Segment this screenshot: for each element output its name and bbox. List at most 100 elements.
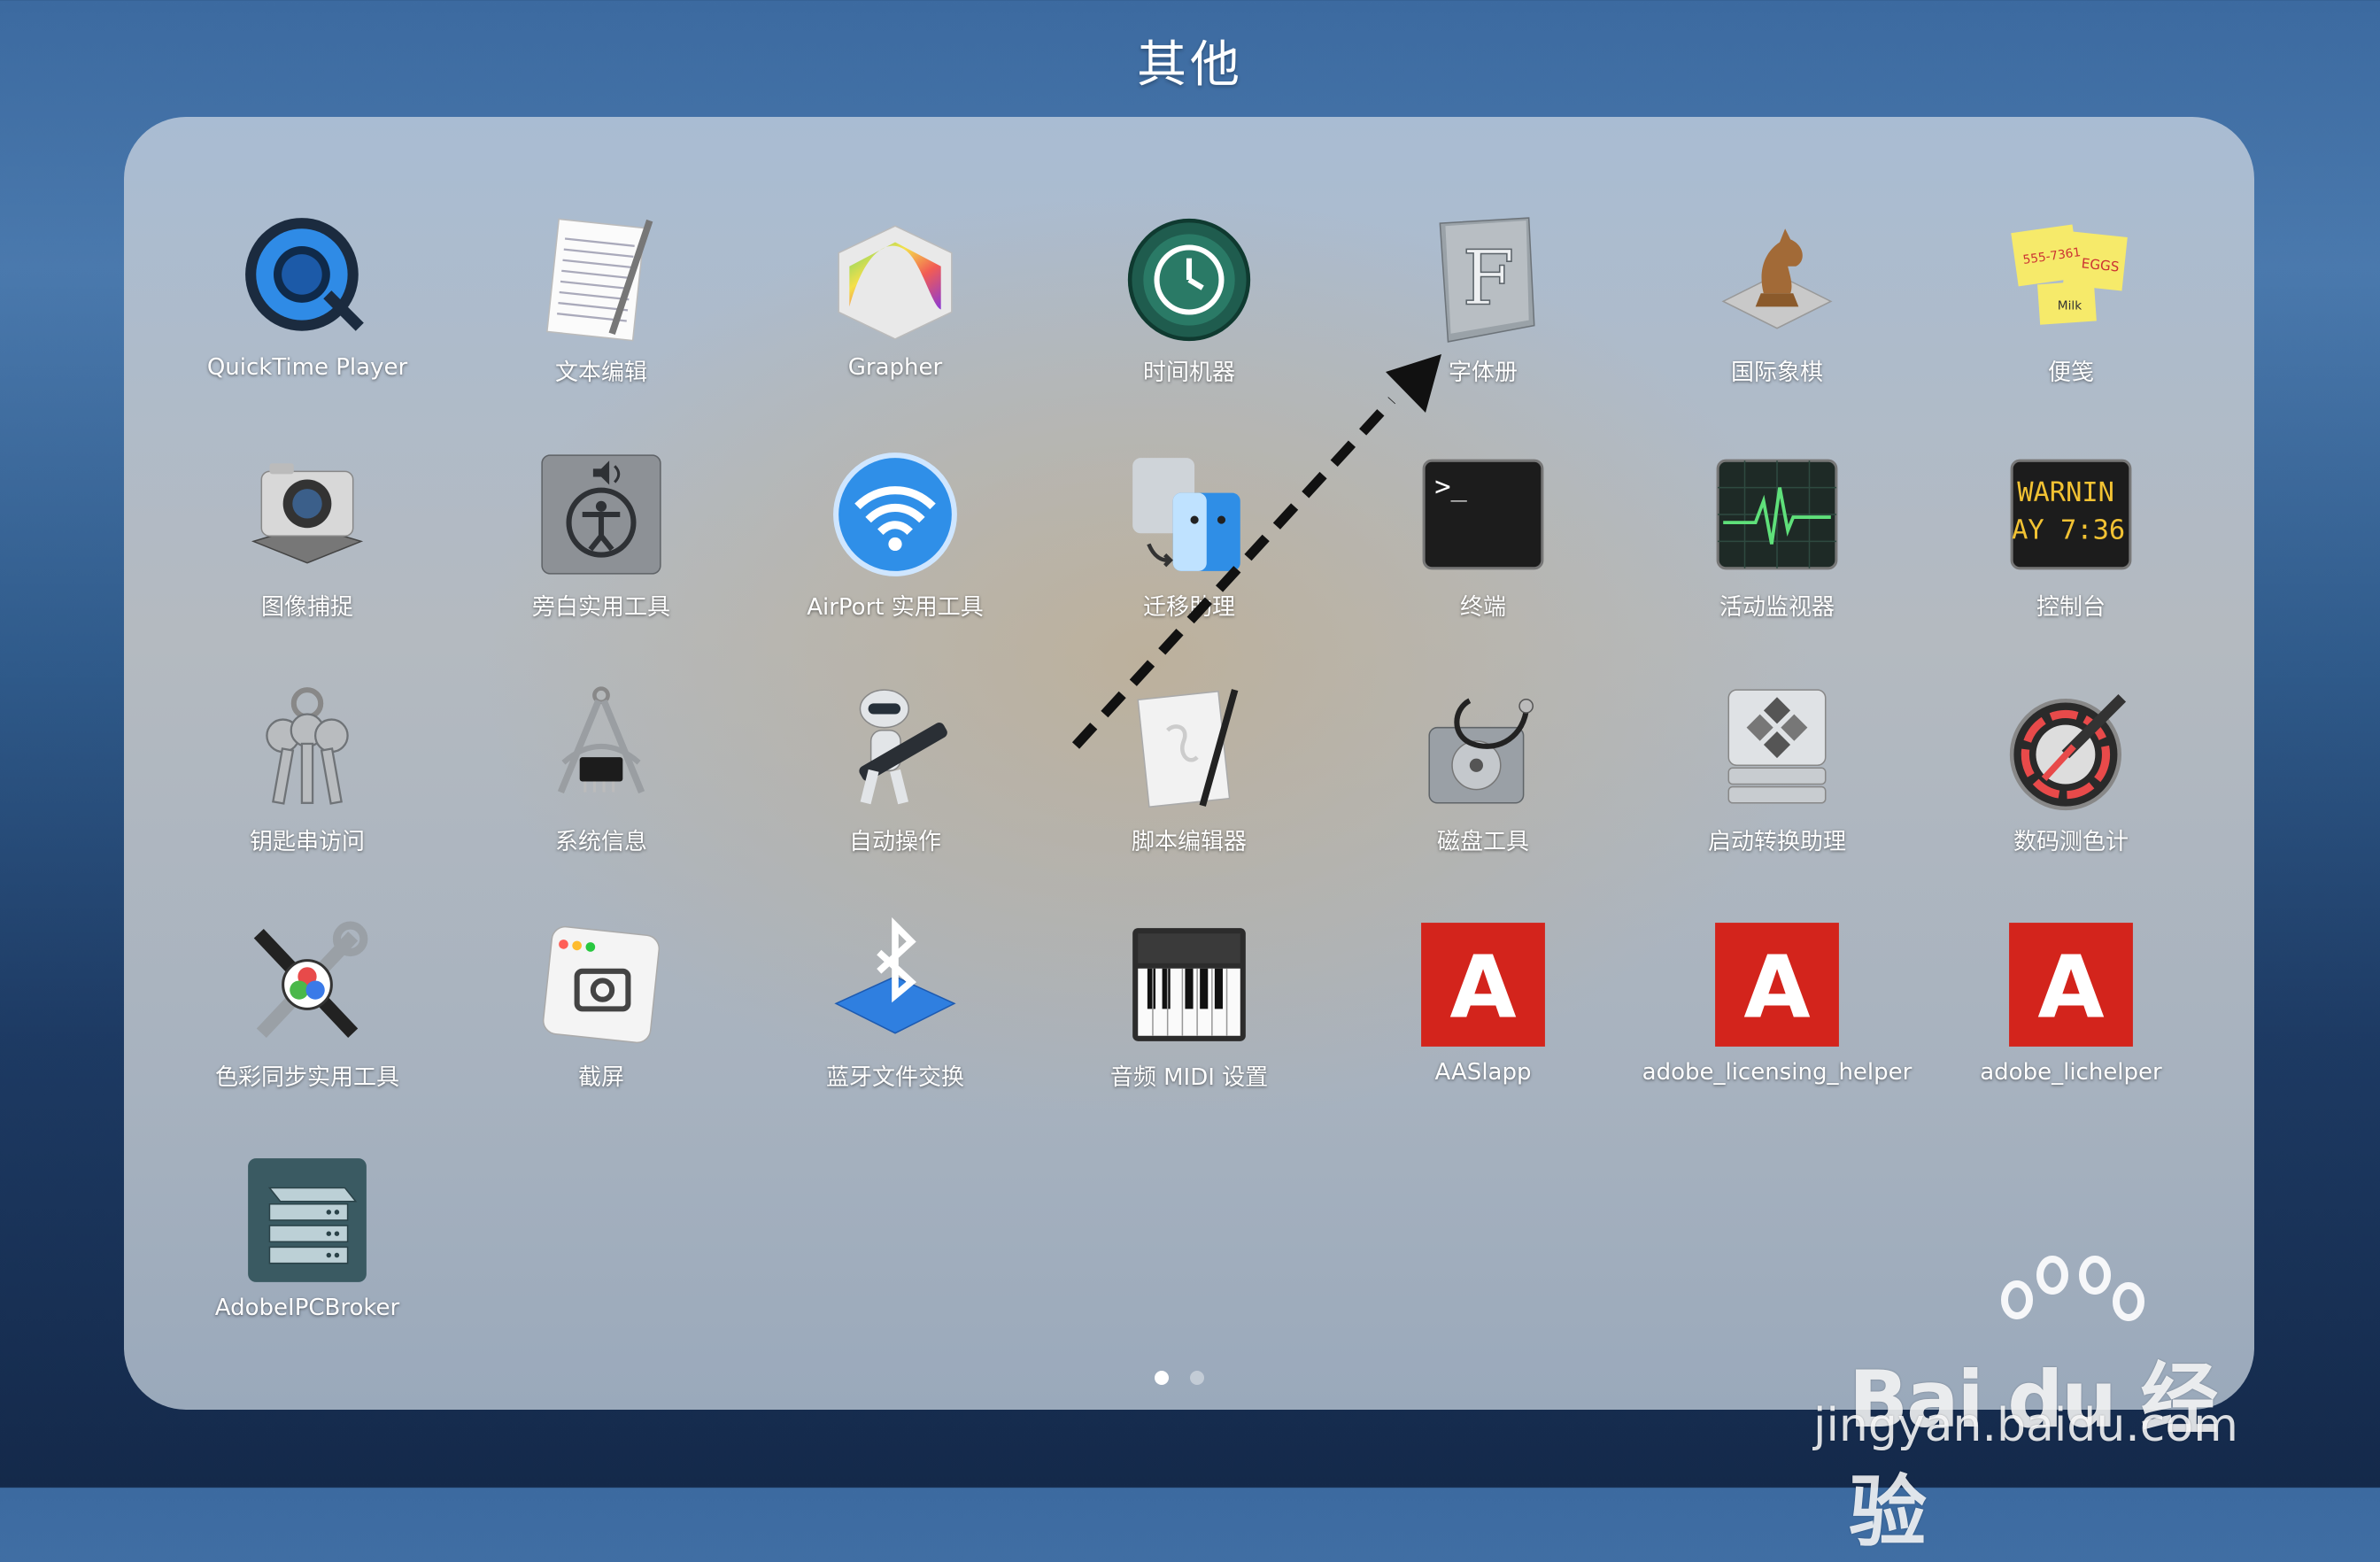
app-label: 旁白实用工具 xyxy=(531,594,670,621)
boot-camp-icon xyxy=(1710,682,1844,816)
colorsync-utility-icon xyxy=(240,917,375,1052)
page-dot-2[interactable] xyxy=(1190,1371,1204,1385)
svg-text:>_: >_ xyxy=(1434,472,1467,503)
app-label: adobe_licensing_helper xyxy=(1642,1059,1912,1086)
folder-title[interactable]: 其他 xyxy=(0,25,2380,97)
app-label: 国际象棋 xyxy=(1730,360,1823,386)
svg-text:AY 7:36: AY 7:36 xyxy=(2012,514,2125,545)
app-label: 截屏 xyxy=(577,1064,624,1091)
app-label: 脚本编辑器 xyxy=(1131,829,1247,855)
adobe-icon: A xyxy=(1710,917,1844,1052)
app-keychain-access[interactable]: 钥匙串访问 xyxy=(161,682,453,894)
app-quicktime-player[interactable]: QuickTime Player xyxy=(161,213,453,425)
app-boot-camp-assistant[interactable]: 启动转换助理 xyxy=(1631,682,1923,894)
app-audio-midi-setup[interactable]: 音频 MIDI 设置 xyxy=(1043,917,1335,1130)
airport-utility-icon xyxy=(828,447,962,582)
app-colorsync-utility[interactable]: 色彩同步实用工具 xyxy=(161,917,453,1130)
app-label: 数码测色计 xyxy=(2013,829,2129,855)
app-label: 活动监视器 xyxy=(1719,594,1835,621)
app-font-book[interactable]: F 字体册 xyxy=(1337,213,1629,425)
adobe-icon: A xyxy=(1416,917,1550,1052)
app-label: 文本编辑 xyxy=(554,360,647,386)
script-editor-icon xyxy=(1122,682,1256,816)
app-label: 色彩同步实用工具 xyxy=(214,1064,399,1091)
app-label: AASlapp xyxy=(1434,1059,1532,1086)
app-chess[interactable]: 国际象棋 xyxy=(1631,213,1923,425)
app-time-machine[interactable]: 时间机器 xyxy=(1043,213,1335,425)
app-console[interactable]: WARNIN AY 7:36 控制台 xyxy=(1925,447,2217,660)
app-automator[interactable]: 自动操作 xyxy=(749,682,1041,894)
app-label: 终端 xyxy=(1459,594,1506,621)
disk-utility-icon xyxy=(1416,682,1550,816)
app-label: AdobeIPCBroker xyxy=(214,1295,400,1321)
app-label: 便笺 xyxy=(2047,360,2094,386)
grapher-icon xyxy=(828,213,962,347)
quicktime-icon xyxy=(240,213,375,347)
app-voiceover-utility[interactable]: 旁白实用工具 xyxy=(455,447,747,660)
svg-text:A: A xyxy=(1449,937,1516,1037)
app-adobe-ipc-broker[interactable]: AdobeIPCBroker xyxy=(161,1153,453,1365)
app-label: 迁移助理 xyxy=(1142,594,1235,621)
automator-icon xyxy=(828,682,962,816)
migration-assistant-icon xyxy=(1122,447,1256,582)
app-screenshot[interactable]: 截屏 xyxy=(455,917,747,1130)
app-label: 图像捕捉 xyxy=(260,594,353,621)
app-image-capture[interactable]: 图像捕捉 xyxy=(161,447,453,660)
svg-text:Milk: Milk xyxy=(2058,298,2082,313)
textedit-icon xyxy=(534,213,668,347)
app-airport-utility[interactable]: AirPort 实用工具 xyxy=(749,447,1041,660)
page-dot-1[interactable] xyxy=(1155,1371,1169,1385)
svg-text:A: A xyxy=(1743,937,1810,1037)
app-label: 系统信息 xyxy=(554,829,647,855)
chess-icon xyxy=(1710,213,1844,347)
image-capture-icon xyxy=(240,447,375,582)
svg-text:F: F xyxy=(1463,235,1515,322)
app-label: 钥匙串访问 xyxy=(249,829,365,855)
app-bluetooth-file-exchange[interactable]: 蓝牙文件交换 xyxy=(749,917,1041,1130)
watermark-url: jingyan.baidu.com xyxy=(1813,1399,2238,1452)
app-label: 自动操作 xyxy=(848,829,941,855)
font-book-icon: F xyxy=(1416,213,1550,347)
adobe-ipc-broker-icon xyxy=(240,1153,375,1287)
app-label: 启动转换助理 xyxy=(1707,829,1846,855)
system-information-icon xyxy=(534,682,668,816)
keychain-access-icon xyxy=(240,682,375,816)
app-label: AirPort 实用工具 xyxy=(807,594,984,621)
app-activity-monitor[interactable]: 活动监视器 xyxy=(1631,447,1923,660)
app-system-information[interactable]: 系统信息 xyxy=(455,682,747,894)
app-label: 控制台 xyxy=(2036,594,2106,621)
app-disk-utility[interactable]: 磁盘工具 xyxy=(1337,682,1629,894)
app-label: adobe_lichelper xyxy=(1980,1059,2162,1086)
audio-midi-setup-icon xyxy=(1122,917,1256,1052)
app-label: Grapher xyxy=(847,354,943,381)
terminal-icon: >_ xyxy=(1416,447,1550,582)
app-stickies[interactable]: 555-7361 EGGS Milk 便笺 xyxy=(1925,213,2217,425)
app-script-editor[interactable]: 脚本编辑器 xyxy=(1043,682,1335,894)
app-label: 时间机器 xyxy=(1142,360,1235,386)
app-label: 磁盘工具 xyxy=(1436,829,1529,855)
digital-color-meter-icon xyxy=(2004,682,2138,816)
app-label: 字体册 xyxy=(1448,360,1518,386)
app-aaslapp[interactable]: A AASlapp xyxy=(1337,917,1629,1130)
adobe-icon: A xyxy=(2004,917,2138,1052)
activity-monitor-icon xyxy=(1710,447,1844,582)
app-digital-color-meter[interactable]: 数码测色计 xyxy=(1925,682,2217,894)
app-adobe-licensing-helper[interactable]: A adobe_licensing_helper xyxy=(1631,917,1923,1130)
app-migration-assistant[interactable]: 迁移助理 xyxy=(1043,447,1335,660)
svg-text:WARNIN: WARNIN xyxy=(2017,477,2114,508)
bluetooth-file-exchange-icon xyxy=(828,917,962,1052)
voiceover-utility-icon xyxy=(534,447,668,582)
app-label: 蓝牙文件交换 xyxy=(825,1064,964,1091)
app-label: 音频 MIDI 设置 xyxy=(1109,1064,1269,1091)
console-icon: WARNIN AY 7:36 xyxy=(2004,447,2138,582)
app-grapher[interactable]: Grapher xyxy=(749,213,1041,425)
app-label: QuickTime Player xyxy=(206,354,408,381)
svg-text:A: A xyxy=(2037,937,2104,1037)
screenshot-icon xyxy=(534,917,668,1052)
app-terminal[interactable]: >_ 终端 xyxy=(1337,447,1629,660)
baidu-jingyan-watermark: Bai du 经验 jingyan.baidu.com xyxy=(1813,1249,2274,1558)
app-adobe-lichelper[interactable]: A adobe_lichelper xyxy=(1925,917,2217,1130)
stickies-icon: 555-7361 EGGS Milk xyxy=(2004,213,2138,347)
time-machine-icon xyxy=(1122,213,1256,347)
app-textedit[interactable]: 文本编辑 xyxy=(455,213,747,425)
